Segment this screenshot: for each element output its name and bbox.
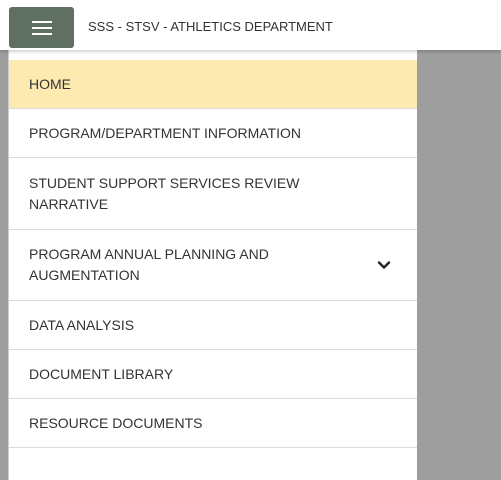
nav-item-document-library[interactable]: DOCUMENT LIBRARY	[9, 350, 417, 399]
nav-item-label: RESOURCE DOCUMENTS	[29, 414, 203, 431]
navigation-drawer: HOME PROGRAM/DEPARTMENT INFORMATION STUD…	[8, 50, 417, 480]
backdrop-overlay[interactable]	[417, 50, 501, 480]
nav-item-label: DATA ANALYSIS	[29, 316, 135, 333]
nav-item-label: HOME	[29, 75, 71, 92]
hamburger-menu-icon	[31, 20, 52, 35]
chevron-down-icon[interactable]	[377, 258, 391, 272]
nav-item-label: PROGRAM/DEPARTMENT INFORMATION	[29, 124, 301, 141]
nav-item-label: PROGRAM ANNUAL PLANNING AND AUGMENTATION	[29, 246, 269, 283]
nav-item-label: DOCUMENT LIBRARY	[29, 365, 174, 382]
nav-item-program-annual-planning-and-augmentation[interactable]: PROGRAM ANNUAL PLANNING AND AUGMENTATION	[9, 230, 417, 301]
nav-item-resource-documents[interactable]: RESOURCE DOCUMENTS	[9, 399, 417, 448]
nav-item-home[interactable]: HOME	[9, 60, 417, 109]
menu-button[interactable]	[9, 7, 74, 48]
nav-item-data-analysis[interactable]: DATA ANALYSIS	[9, 301, 417, 350]
page-title: SSS - STSV - ATHLETICS DEPARTMENT	[88, 19, 333, 34]
nav-item-student-support-services-review-narrative[interactable]: STUDENT SUPPORT SERVICES REVIEW NARRATIV…	[9, 158, 417, 230]
nav-item-label: STUDENT SUPPORT SERVICES REVIEW NARRATIV…	[29, 174, 300, 212]
nav-item-program-department-information[interactable]: PROGRAM/DEPARTMENT INFORMATION	[9, 109, 417, 158]
top-app-bar: SSS - STSV - ATHLETICS DEPARTMENT	[0, 0, 501, 50]
